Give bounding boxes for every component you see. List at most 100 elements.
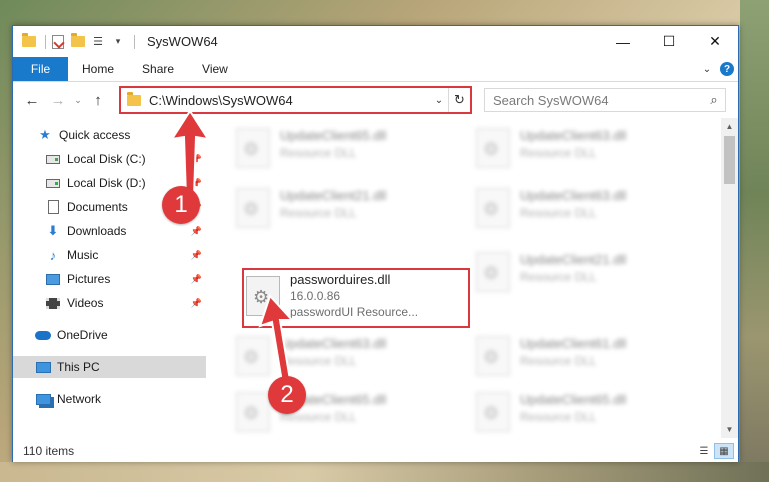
file-name: UpdateClient63.dll <box>520 188 627 203</box>
drive-icon <box>45 175 61 191</box>
refresh-button[interactable]: ↻ <box>448 88 470 112</box>
file-name: UpdateClient21.dll <box>280 188 387 203</box>
sidebar-item-onedrive[interactable]: OneDrive <box>13 324 206 346</box>
new-folder-icon[interactable] <box>70 33 86 50</box>
file-name: UpdateClient63.dll <box>520 128 627 143</box>
file-type: Resource DLL <box>520 410 597 424</box>
download-icon: ⬇ <box>47 223 59 238</box>
file-type: Resource DLL <box>520 206 597 220</box>
dll-file-icon <box>476 252 510 292</box>
ribbon-right: ⌄ ? <box>698 57 738 81</box>
drive-icon <box>45 151 61 167</box>
customize-toolbar-icon[interactable]: ☰ <box>90 34 106 50</box>
sidebar-item-label: Network <box>57 392 102 406</box>
file-item[interactable]: UpdateClient21.dll Resource DLL <box>476 248 686 300</box>
file-item[interactable]: UpdateClient63.dll Resource DLL <box>476 124 686 176</box>
videos-icon <box>45 295 61 311</box>
file-item[interactable]: UpdateClient21.dll Resource DLL <box>236 184 446 236</box>
desktop-wallpaper <box>740 0 769 482</box>
window-controls: — ☐ ✕ <box>600 26 738 57</box>
file-item[interactable]: UpdateClient65.dll Resource DLL <box>236 124 446 176</box>
title-separator <box>134 34 135 49</box>
view-switcher: ☰ ▦ <box>694 443 738 459</box>
star-icon: ★ <box>39 127 51 142</box>
pictures-icon <box>45 271 61 287</box>
expand-ribbon-icon[interactable]: ⌄ <box>698 64 716 75</box>
details-view-icon[interactable]: ☰ <box>694 443 714 459</box>
pin-icon[interactable]: 📌 <box>191 226 202 237</box>
dll-file-icon <box>236 392 270 432</box>
search-input[interactable]: Search SysWOW64 <box>493 93 703 108</box>
file-type: Resource DLL <box>520 354 597 368</box>
onedrive-icon <box>35 327 51 343</box>
forward-button[interactable]: → <box>45 88 71 112</box>
maximize-button[interactable]: ☐ <box>646 26 692 57</box>
file-item[interactable]: UpdateClient63.dll Resource DLL <box>476 184 686 236</box>
scroll-thumb[interactable] <box>724 136 735 184</box>
title-bar: ☰ ▾ SysWOW64 — ☐ ✕ <box>13 26 738 57</box>
item-count: 110 items <box>23 444 75 458</box>
file-explorer-window: ☰ ▾ SysWOW64 — ☐ ✕ File Home Share View … <box>12 25 739 462</box>
back-button[interactable]: ← <box>19 88 45 112</box>
tab-share[interactable]: Share <box>128 57 188 81</box>
file-name: UpdateClient65.dll <box>280 128 387 143</box>
sidebar-item-label: Quick access <box>59 128 131 142</box>
sidebar-item-pictures[interactable]: Pictures 📌 <box>13 268 206 290</box>
dll-file-icon <box>236 128 270 168</box>
dll-file-icon <box>476 392 510 432</box>
scroll-down-icon[interactable]: ▼ <box>721 421 738 438</box>
sidebar-item-label: OneDrive <box>57 328 108 342</box>
file-name: UpdateClient65.dll <box>520 392 627 407</box>
properties-icon[interactable] <box>50 34 66 50</box>
address-row: ← → ⌄ ↑ C:\Windows\SysWOW64 ⌄ ↻ Search S… <box>13 83 738 117</box>
tab-file[interactable]: File <box>13 57 68 81</box>
desktop-wallpaper-bottom <box>0 462 769 482</box>
chevron-down-icon[interactable]: ▾ <box>110 34 126 50</box>
search-icon: ⌕ <box>710 92 718 107</box>
search-box[interactable]: Search SysWOW64 ⌕ <box>484 88 726 112</box>
pin-icon[interactable]: 📌 <box>191 274 202 285</box>
tab-view[interactable]: View <box>188 57 242 81</box>
file-type: Resource DLL <box>280 410 357 424</box>
sidebar-item-label: Local Disk (C:) <box>67 152 146 166</box>
close-button[interactable]: ✕ <box>692 26 738 57</box>
window-title: SysWOW64 <box>147 34 218 49</box>
file-type: Resource DLL <box>280 206 357 220</box>
minimize-button[interactable]: — <box>600 26 646 57</box>
folder-icon <box>127 91 141 106</box>
dll-file-icon <box>236 188 270 228</box>
dll-file-icon <box>476 188 510 228</box>
vertical-scrollbar[interactable]: ▲ ▼ <box>721 118 738 438</box>
scroll-up-icon[interactable]: ▲ <box>721 118 738 135</box>
music-icon: ♪ <box>49 247 57 263</box>
dll-file-icon <box>476 336 510 376</box>
address-dropdown-icon[interactable]: ⌄ <box>430 95 448 106</box>
sidebar-item-this-pc[interactable]: This PC <box>13 356 206 378</box>
sidebar-item-label: This PC <box>57 360 100 374</box>
file-type: Resource DLL <box>520 146 597 160</box>
up-button[interactable]: ↑ <box>85 88 111 112</box>
folder-icon <box>21 33 37 50</box>
file-type: Resource DLL <box>280 146 357 160</box>
sidebar-item-network[interactable]: Network <box>13 388 206 410</box>
sidebar-item-label: Pictures <box>67 272 111 286</box>
sidebar-item-videos[interactable]: Videos 📌 <box>13 292 206 314</box>
tiles-view-icon[interactable]: ▦ <box>714 443 734 459</box>
recent-locations-button[interactable]: ⌄ <box>71 95 85 106</box>
sidebar-item-label: Documents <box>67 200 128 214</box>
sidebar-item-label: Downloads <box>67 224 127 238</box>
pin-icon[interactable]: 📌 <box>191 298 202 309</box>
sidebar-item-music[interactable]: ♪ Music 📌 <box>13 244 206 266</box>
file-item[interactable]: UpdateClient65.dll Resource DLL <box>476 388 686 438</box>
sidebar-item-label: Local Disk (D:) <box>67 176 146 190</box>
step-2-badge: 2 <box>268 376 306 414</box>
file-name: UpdateClient21.dll <box>520 252 627 267</box>
help-icon[interactable]: ? <box>720 62 734 76</box>
file-item[interactable]: UpdateClient61.dll Resource DLL <box>476 332 686 384</box>
sidebar-item-label: Videos <box>67 296 104 310</box>
this-pc-icon <box>35 359 51 375</box>
pin-icon[interactable]: 📌 <box>191 250 202 261</box>
file-name: UpdateClient61.dll <box>520 336 627 351</box>
sidebar-item-label: Music <box>67 248 99 262</box>
tab-home[interactable]: Home <box>68 57 128 81</box>
